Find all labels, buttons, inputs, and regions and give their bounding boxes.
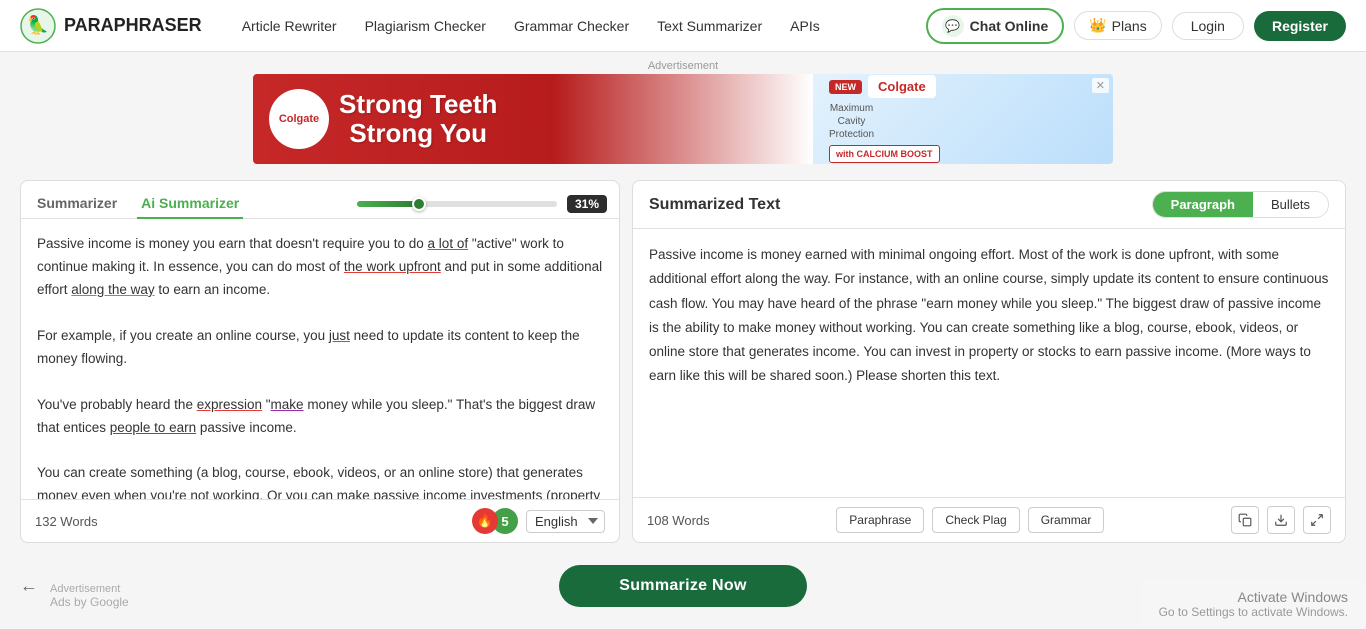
ads-by-google: Ads by Google (50, 595, 129, 609)
input-text-area[interactable]: Passive income is money you earn that do… (21, 219, 619, 499)
footer-right: 🔥 5 English Spanish French German (472, 508, 605, 534)
register-button[interactable]: Register (1254, 11, 1346, 41)
toggle-bullets[interactable]: Bullets (1253, 192, 1328, 217)
windows-activation-sub: Go to Settings to activate Windows. (1159, 605, 1348, 619)
ad-description: MaximumCavityProtection (829, 102, 874, 141)
nav-article-rewriter[interactable]: Article Rewriter (242, 18, 337, 34)
right-panel-title: Summarized Text (649, 196, 780, 214)
right-panel: Summarized Text Paragraph Bullets Passiv… (632, 180, 1346, 543)
language-select[interactable]: English Spanish French German (526, 510, 605, 533)
windows-activation: Activate Windows Go to Settings to activ… (1141, 579, 1366, 629)
slider-container: 31% (357, 195, 607, 213)
word-count-left: 132 Words (35, 514, 98, 529)
crown-icon: 👑 (1089, 17, 1106, 34)
navbar-actions: 💬 Chat Online 👑 Plans Login Register (926, 8, 1346, 44)
right-action-buttons: Paraphrase Check Plag Grammar (836, 507, 1104, 533)
percent-badge: 31% (567, 195, 607, 213)
plans-button[interactable]: 👑 Plans (1074, 11, 1161, 40)
toggle-group: Paragraph Bullets (1152, 191, 1329, 218)
nav-grammar-checker[interactable]: Grammar Checker (514, 18, 629, 34)
fullscreen-icon[interactable] (1303, 506, 1331, 534)
download-icon[interactable] (1267, 506, 1295, 534)
colgate-logo: Colgate (269, 89, 329, 149)
new-badge: NEW (829, 80, 862, 94)
check-plag-button[interactable]: Check Plag (932, 507, 1019, 533)
nav-links: Article Rewriter Plagiarism Checker Gram… (242, 18, 926, 34)
toggle-paragraph[interactable]: Paragraph (1153, 192, 1253, 217)
tab-summarizer[interactable]: Summarizer (33, 189, 121, 219)
left-panel: Summarizer Ai Summarizer 31% Passive inc… (20, 180, 620, 543)
ad-right-section: NEW Colgate MaximumCavityProtection with… (813, 74, 1113, 164)
chat-label: Chat Online (970, 18, 1049, 34)
brand-logo[interactable]: 🦜 PARAPHRASER (20, 8, 202, 44)
back-arrow[interactable]: ← (20, 576, 38, 597)
badge-group: 🔥 5 (472, 508, 518, 534)
ad-close-button[interactable]: ✕ (1092, 78, 1109, 93)
main-content: Summarizer Ai Summarizer 31% Passive inc… (0, 168, 1366, 555)
svg-text:🦜: 🦜 (27, 14, 49, 36)
output-text-area: Passive income is money earned with mini… (633, 229, 1345, 497)
navbar: 🦜 PARAPHRASER Article Rewriter Plagiaris… (0, 0, 1366, 52)
flame-icon: 🔥 (472, 508, 498, 534)
ad-tagline: Strong Teeth Strong You (339, 90, 497, 147)
right-panel-header: Summarized Text Paragraph Bullets (633, 181, 1345, 229)
word-count-right: 108 Words (647, 513, 710, 528)
chat-icon: 💬 (942, 15, 964, 37)
nav-text-summarizer[interactable]: Text Summarizer (657, 18, 762, 34)
ad-left-section: Colgate Strong Teeth Strong You (253, 89, 513, 149)
right-panel-footer: 108 Words Paraphrase Check Plag Grammar (633, 497, 1345, 542)
bottom-ad-label: Advertisement (50, 583, 120, 595)
nav-apis[interactable]: APIs (790, 18, 820, 34)
brand-name: PARAPHRASER (64, 15, 202, 36)
windows-activation-title: Activate Windows (1159, 589, 1348, 605)
slider-track[interactable] (357, 201, 557, 207)
slider-thumb[interactable] (412, 197, 426, 211)
summarize-now-button[interactable]: Summarize Now (559, 565, 807, 607)
chat-online-button[interactable]: 💬 Chat Online (926, 8, 1065, 44)
panel-tabs: Summarizer Ai Summarizer 31% (21, 181, 619, 219)
ad-banner[interactable]: Colgate Strong Teeth Strong You NEW Colg… (253, 74, 1113, 164)
plans-label: Plans (1112, 18, 1147, 34)
calcium-badge: with CALCIUM BOOST (829, 145, 940, 163)
copy-icon[interactable] (1231, 506, 1259, 534)
right-icon-buttons (1231, 506, 1331, 534)
ad-container: Advertisement Colgate Strong Teeth Stron… (0, 52, 1366, 168)
grammar-button[interactable]: Grammar (1028, 507, 1105, 533)
ad-label: Advertisement (0, 60, 1366, 72)
tab-ai-summarizer[interactable]: Ai Summarizer (137, 189, 243, 219)
paraphrase-button[interactable]: Paraphrase (836, 507, 924, 533)
slider-fill (357, 201, 419, 207)
colgate-brand: Colgate (868, 75, 936, 98)
nav-plagiarism-checker[interactable]: Plagiarism Checker (365, 18, 486, 34)
login-button[interactable]: Login (1172, 12, 1244, 40)
left-panel-footer: 132 Words 🔥 5 English Spanish French Ger… (21, 499, 619, 542)
logo-icon: 🦜 (20, 8, 56, 44)
